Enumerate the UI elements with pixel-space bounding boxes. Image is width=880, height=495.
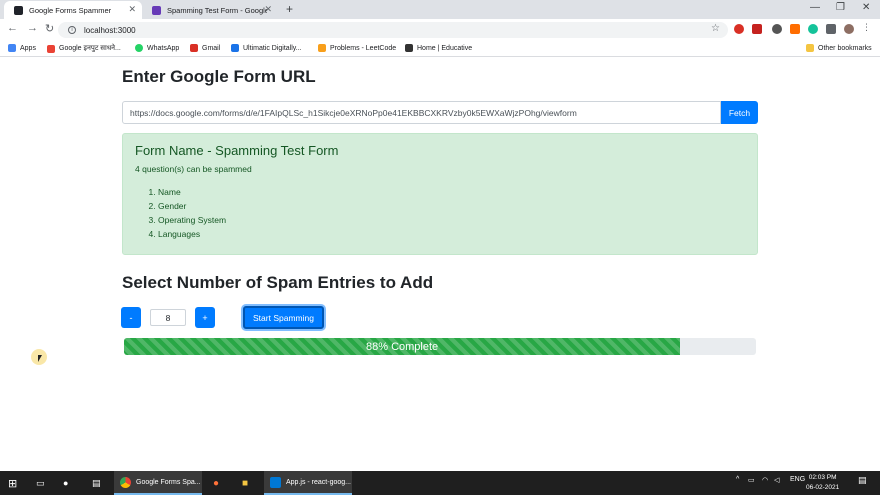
bookmark-label: Home | Educative xyxy=(417,44,473,52)
clock-time: 02:03 PM xyxy=(808,474,837,481)
google-icon xyxy=(47,44,55,53)
list-item: Gender xyxy=(158,199,226,213)
question-count: 4 question(s) can be spammed xyxy=(135,164,252,174)
info-icon[interactable]: i xyxy=(68,26,76,34)
profile-avatar-icon[interactable] xyxy=(844,24,854,34)
list-item: Name xyxy=(158,185,226,199)
close-icon[interactable]: ✕ xyxy=(264,4,272,15)
bookmark-label: Google इनपुट साधने... xyxy=(59,45,121,52)
grammarly-extension-icon[interactable] xyxy=(808,24,818,34)
bookmark-apps[interactable]: Apps xyxy=(8,44,36,52)
reload-icon[interactable]: ↻ xyxy=(45,22,54,35)
list-item: Operating System xyxy=(158,213,226,227)
edge-app-icon[interactable]: ● xyxy=(63,471,68,495)
maximize-icon[interactable]: ❐ xyxy=(836,2,845,13)
volume-icon[interactable]: ◁ xyxy=(774,476,779,484)
google-forms-favicon-icon xyxy=(152,5,161,15)
bookmark-label: WhatsApp xyxy=(147,44,180,52)
folder-icon xyxy=(806,44,814,52)
taskbar-clock[interactable]: 02:03 PM 06-02-2021 xyxy=(806,473,839,493)
entries-count-input[interactable]: 8 xyxy=(150,309,186,326)
bookmark-ultimatic[interactable]: Ultimatic Digitally... xyxy=(231,44,302,52)
menu-kebab-icon[interactable]: ⋮ xyxy=(862,22,872,32)
gmail-icon xyxy=(190,44,198,52)
leetcode-icon xyxy=(318,44,326,52)
file-explorer-icon[interactable]: ■ xyxy=(242,471,248,495)
pdf-extension-icon[interactable] xyxy=(752,24,762,34)
url-heading: Enter Google Form URL xyxy=(122,67,316,86)
increment-button[interactable]: + xyxy=(195,307,215,328)
taskbar-chrome-app[interactable]: Google Forms Spa... xyxy=(114,471,202,495)
tab-title: Google Forms Spammer xyxy=(29,5,112,15)
windows-taskbar: ⊞ ▭ ● ▤ Google Forms Spa... ● ■ App.js -… xyxy=(0,471,880,495)
vscode-icon xyxy=(270,476,281,488)
minimize-icon[interactable]: — xyxy=(810,2,820,13)
bookmark-educative[interactable]: Home | Educative xyxy=(405,44,472,52)
bookmark-star-icon[interactable]: ☆ xyxy=(711,23,720,34)
educative-icon xyxy=(405,44,413,52)
wifi-icon[interactable]: ◠ xyxy=(762,476,768,484)
windows-start-icon[interactable]: ⊞ xyxy=(8,471,17,495)
bookmark-whatsapp[interactable]: WhatsApp xyxy=(135,44,179,52)
task-view-icon[interactable]: ▭ xyxy=(36,471,45,495)
battery-icon[interactable]: ▭ xyxy=(748,476,755,484)
tray-chevron-icon[interactable]: ^ xyxy=(736,476,739,483)
form-url-input[interactable]: https://docs.google.com/forms/d/e/1FAIpQ… xyxy=(122,101,721,124)
whatsapp-icon xyxy=(135,44,143,52)
bookmark-label: Apps xyxy=(20,44,36,52)
bookmark-label: Gmail xyxy=(202,44,221,52)
forward-icon[interactable]: → xyxy=(27,22,38,34)
form-name-title: Form Name - Spamming Test Form xyxy=(135,143,339,158)
taskbar-app-label: App.js - react-goog... xyxy=(286,478,351,486)
new-tab-icon[interactable]: + xyxy=(286,2,293,16)
circle-extension-icon[interactable] xyxy=(772,24,782,34)
ultimatic-icon xyxy=(231,44,239,52)
apps-grid-icon xyxy=(8,44,16,52)
tab-spamming-test-form[interactable]: Spamming Test Form - Google F ✕ xyxy=(142,1,278,19)
bookmark-google-input[interactable]: Google इनपुट साधने... xyxy=(47,44,121,53)
bookmark-label: Ultimatic Digitally... xyxy=(243,44,302,52)
address-bar[interactable]: i localhost:3000 xyxy=(58,22,728,38)
progress-label: 88% Complete xyxy=(366,340,439,353)
react-favicon-icon xyxy=(14,5,23,15)
list-item: Languages xyxy=(158,227,226,241)
form-info-alert: Form Name - Spamming Test Form 4 questio… xyxy=(122,133,758,255)
bookmark-label: Problems - LeetCode xyxy=(330,44,397,52)
bookmarks-bar: Apps Google इनपुट साधने... WhatsApp Gmai… xyxy=(0,40,880,57)
fetch-button[interactable]: Fetch xyxy=(721,101,758,124)
taskbar-vscode-app[interactable]: App.js - react-goog... xyxy=(264,471,352,495)
back-icon[interactable]: ← xyxy=(7,22,18,34)
mouse-pointer-icon xyxy=(38,355,42,362)
orange-extension-icon[interactable] xyxy=(790,24,800,34)
question-list: Name Gender Operating System Languages xyxy=(158,185,226,241)
bookmark-leetcode[interactable]: Problems - LeetCode xyxy=(318,44,396,52)
decrement-button[interactable]: - xyxy=(121,307,141,328)
bookmark-label: Other bookmarks xyxy=(818,44,872,52)
chrome-icon xyxy=(120,476,131,488)
adblock-extension-icon[interactable] xyxy=(734,24,744,34)
notifications-icon[interactable]: ▤ xyxy=(858,475,867,486)
window-close-icon[interactable]: ✕ xyxy=(862,2,870,13)
tab-google-forms-spammer[interactable]: Google Forms Spammer ✕ xyxy=(4,1,142,19)
firefox-app-icon[interactable]: ● xyxy=(213,471,219,495)
notepad-app-icon[interactable]: ▤ xyxy=(92,471,101,495)
tab-title: Spamming Test Form - Google F xyxy=(167,5,267,15)
spam-heading: Select Number of Spam Entries to Add xyxy=(122,273,434,292)
browser-toolbar: ← → ↻ i localhost:3000 ☆ xyxy=(0,19,880,40)
clock-date: 06-02-2021 xyxy=(806,484,840,491)
taskbar-app-label: Google Forms Spa... xyxy=(136,478,201,486)
bookmark-gmail[interactable]: Gmail xyxy=(190,44,220,52)
start-spamming-button[interactable]: Start Spamming xyxy=(243,306,324,329)
tab-strip: Google Forms Spammer ✕ Spamming Test For… xyxy=(0,0,880,19)
language-indicator[interactable]: ENG xyxy=(790,476,805,483)
close-icon[interactable]: ✕ xyxy=(128,4,136,15)
address-text: localhost:3000 xyxy=(84,25,136,35)
progress-track: 88% Complete xyxy=(124,338,756,355)
extensions-puzzle-icon[interactable] xyxy=(826,24,836,34)
bookmark-other[interactable]: Other bookmarks xyxy=(806,44,872,52)
